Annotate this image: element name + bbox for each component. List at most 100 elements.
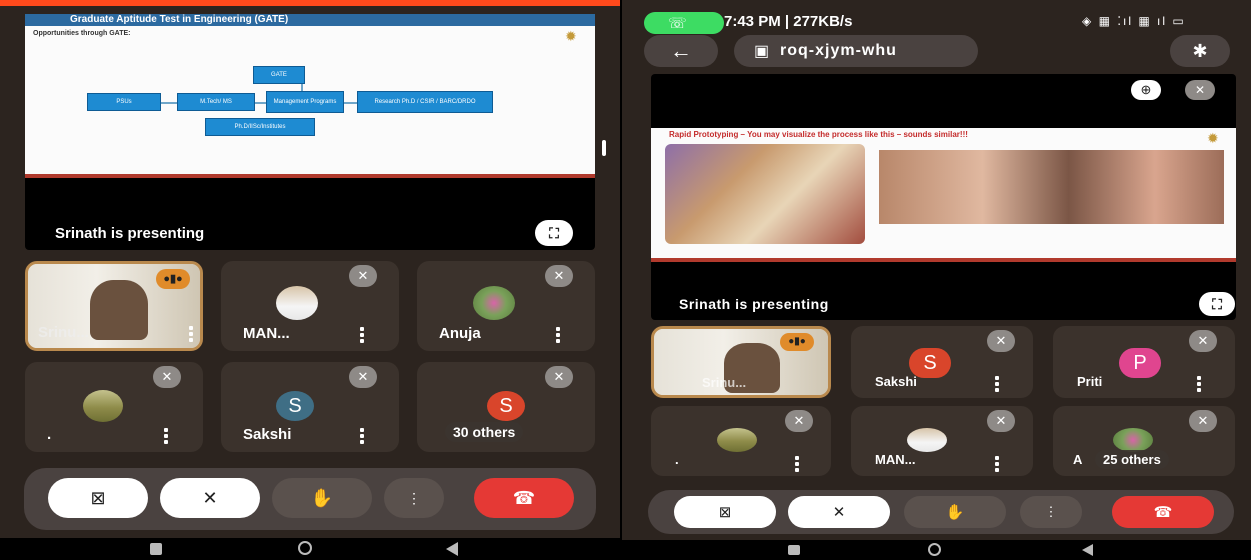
android-nav-bar	[0, 538, 620, 560]
android-nav-bar	[622, 540, 1251, 560]
participant-tile[interactable]: ✕ MAN...	[221, 261, 399, 351]
more-options-icon[interactable]	[164, 428, 170, 446]
diagram-box-phd: Ph.D/IISc/Institutes	[205, 118, 315, 136]
status-time: 7:43 PM | 277KB/s	[724, 13, 853, 30]
participant-tile[interactable]: ●▮● Srinu...	[25, 261, 203, 351]
slide-title: Rapid Prototyping – You may visualize th…	[669, 130, 968, 139]
participant-tile[interactable]: ✕ .	[651, 406, 831, 476]
participant-photo	[276, 286, 318, 320]
mic-off-icon: ✕	[1189, 410, 1217, 432]
diagram-box-research: Research Ph.D / CSIR / BARC/DRDO	[357, 91, 493, 113]
speaking-indicator-icon: ●▮●	[156, 269, 190, 289]
bluetooth-icon: ✱	[1192, 40, 1208, 61]
diagram-box-mtech: M.Tech/ MS	[177, 93, 255, 111]
calendar-icon: ▣	[754, 43, 770, 60]
slide-subtitle: Opportunities through GATE:	[33, 30, 131, 37]
participant-avatar: S	[276, 391, 314, 421]
others-count: 30 others	[445, 422, 524, 442]
slide-image-painting	[665, 144, 865, 244]
participant-tile[interactable]: ✕ MAN...	[851, 406, 1033, 476]
bluetooth-button[interactable]: ✱	[1170, 35, 1230, 67]
more-options-button[interactable]: ⋮	[384, 478, 444, 518]
hand-icon: ✋	[310, 487, 334, 508]
meeting-code: roq-xjym-whu	[780, 42, 897, 59]
fullscreen-icon[interactable]: ⛶	[1199, 292, 1235, 316]
participant-tile-overflow[interactable]: ✕ A 25 others	[1053, 406, 1235, 476]
back-button[interactable]: ←	[644, 35, 718, 67]
mic-off-icon: ✕	[1189, 330, 1217, 352]
more-options-icon[interactable]	[995, 456, 1001, 474]
diagram-box-management: Management Programs	[266, 91, 344, 113]
mic-off-icon: ✕	[987, 330, 1015, 352]
presentation-area[interactable]: Graduate Aptitude Test in Engineering (G…	[25, 14, 595, 250]
participant-photo	[83, 390, 123, 422]
mic-off-icon: ✕	[832, 504, 846, 521]
scrollbar[interactable]	[602, 140, 606, 156]
participant-name: A	[1073, 452, 1083, 467]
participant-tile[interactable]: ✕ P Priti	[1053, 326, 1235, 398]
participant-tile-overflow[interactable]: ✕ S 30 others	[417, 362, 595, 452]
end-call-button[interactable]: ☎	[474, 478, 574, 518]
participant-video	[90, 280, 148, 340]
participant-name: Sakshi	[875, 374, 917, 389]
camera-off-button[interactable]: ⊠	[48, 478, 148, 518]
institute-logo: ✹	[565, 28, 577, 44]
others-count: 25 others	[1095, 450, 1169, 469]
hand-icon: ✋	[945, 504, 965, 521]
right-phone-screen: ☏ 7:43 PM | 277KB/s ◈ ▦ ⁚ıl ▦ ıl ▭ ← ▣ r…	[622, 0, 1251, 560]
diagram-box-psus: PSUs	[87, 93, 161, 111]
mic-off-button[interactable]: ✕	[788, 496, 890, 528]
mic-off-icon: ✕	[349, 366, 377, 388]
left-phone-screen: Graduate Aptitude Test in Engineering (G…	[0, 0, 620, 560]
participant-tile[interactable]: ✕ S Sakshi	[851, 326, 1033, 398]
home-icon[interactable]	[928, 543, 941, 556]
end-call-button[interactable]: ☎	[1112, 496, 1214, 528]
participant-photo	[717, 428, 757, 452]
fullscreen-icon[interactable]: ⛶	[535, 220, 573, 246]
pin-icon[interactable]: ⊕	[1131, 80, 1161, 100]
more-options-icon[interactable]	[360, 327, 366, 345]
shared-slide: Rapid Prototyping – You may visualize th…	[651, 128, 1236, 262]
raise-hand-button[interactable]: ✋	[272, 478, 372, 518]
mic-off-icon: ✕	[153, 366, 181, 388]
presenting-label: Srinath is presenting	[55, 225, 205, 242]
participant-name: Anuja	[439, 325, 481, 342]
institute-logo: ✹	[1207, 130, 1219, 146]
recents-icon[interactable]	[150, 543, 162, 555]
participant-name: Sakshi	[243, 426, 292, 443]
participant-name: .	[47, 426, 52, 443]
participant-tile[interactable]: ✕ Anuja	[417, 261, 595, 351]
participant-name: Srinu...	[38, 324, 89, 341]
raise-hand-button[interactable]: ✋	[904, 496, 1006, 528]
more-options-button[interactable]: ⋮	[1020, 496, 1082, 528]
meeting-info-chip[interactable]: ▣ roq-xjym-whu	[734, 35, 978, 67]
camera-off-icon: ⊠	[90, 487, 106, 508]
mic-off-icon: ✕	[785, 410, 813, 432]
back-icon[interactable]	[1082, 544, 1093, 556]
participant-tile[interactable]: ✕ S Sakshi	[221, 362, 399, 452]
participant-name: Srinu...	[702, 375, 747, 390]
participant-avatar: P	[1119, 348, 1161, 378]
phone-hangup-icon: ☎	[1153, 504, 1173, 521]
mic-off-button[interactable]: ✕	[160, 478, 260, 518]
home-icon[interactable]	[298, 541, 312, 555]
more-options-icon[interactable]	[556, 327, 562, 345]
more-options-icon[interactable]	[1197, 376, 1203, 394]
presentation-area[interactable]: ⊕ ✕ Rapid Prototyping – You may visualiz…	[651, 74, 1236, 320]
more-options-icon[interactable]	[189, 326, 195, 344]
more-options-icon[interactable]	[795, 456, 801, 474]
participant-name: MAN...	[243, 325, 290, 342]
participant-tile[interactable]: ●▮● Srinu...	[651, 326, 831, 398]
back-icon[interactable]	[446, 542, 458, 556]
participant-photo	[473, 286, 515, 320]
participant-name: .	[675, 452, 679, 467]
participant-tile[interactable]: ✕ .	[25, 362, 203, 452]
recents-icon[interactable]	[788, 545, 800, 555]
more-vertical-icon: ⋮	[1044, 504, 1058, 519]
more-options-icon[interactable]	[995, 376, 1001, 394]
more-options-icon[interactable]	[360, 428, 366, 446]
participant-photo	[907, 428, 947, 452]
camera-off-button[interactable]: ⊠	[674, 496, 776, 528]
presenting-label: Srinath is presenting	[679, 296, 829, 312]
mic-off-icon: ✕	[1185, 80, 1215, 100]
